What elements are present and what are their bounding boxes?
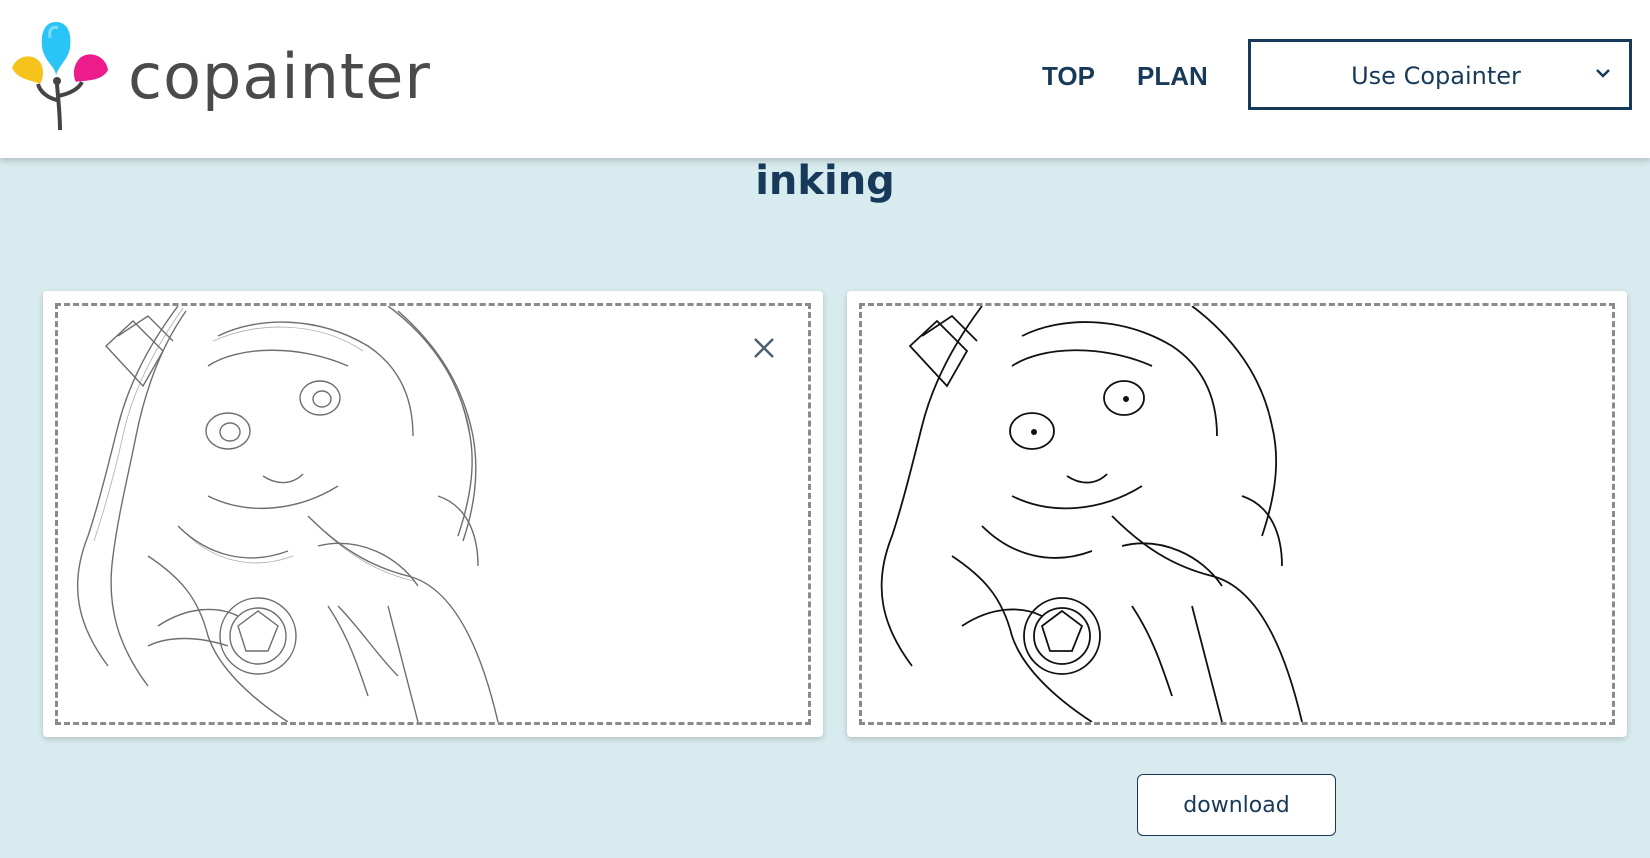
nav-plan-link[interactable]: PLAN <box>1137 61 1208 92</box>
close-icon <box>754 338 774 358</box>
logo-wordmark: copainter <box>128 40 431 113</box>
inked-result-image <box>880 306 1303 722</box>
use-copainter-dropdown[interactable]: Use Copainter <box>1248 39 1632 110</box>
output-image-panel <box>847 291 1627 737</box>
site-header: copainter TOP PLAN Use Copainter <box>0 0 1650 158</box>
flower-logo-icon <box>12 22 108 131</box>
page-title: inking <box>755 158 895 204</box>
input-image-panel <box>43 291 823 737</box>
rough-sketch-image <box>76 306 499 722</box>
download-button[interactable]: download <box>1137 774 1336 836</box>
image-dropzone[interactable] <box>55 303 811 725</box>
copainter-logo[interactable]: copainter <box>10 18 450 133</box>
dropdown-selected-label: Use Copainter <box>1351 62 1521 90</box>
chevron-down-icon <box>1596 69 1610 78</box>
nav-top-link[interactable]: TOP <box>1042 61 1095 92</box>
result-frame <box>859 303 1615 725</box>
remove-image-button[interactable] <box>744 328 784 368</box>
